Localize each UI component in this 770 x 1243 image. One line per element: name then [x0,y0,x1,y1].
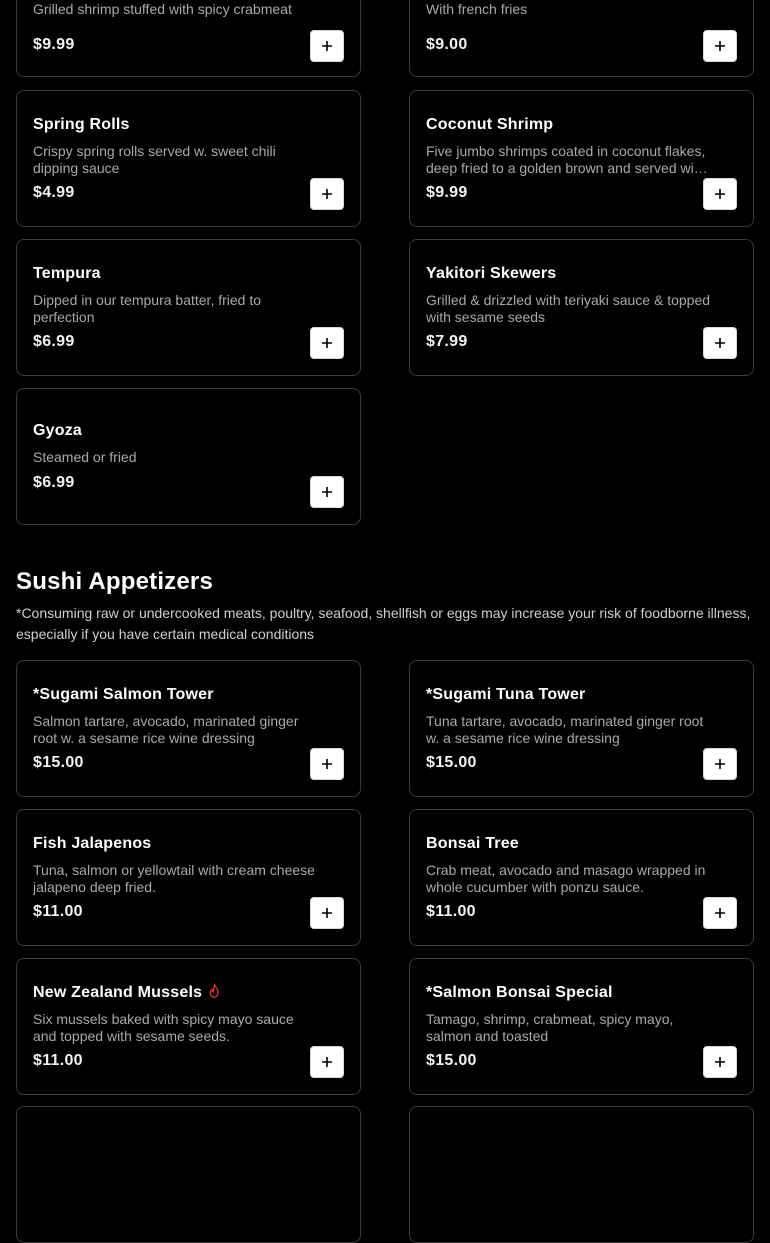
menu-item-card[interactable]: New Zealand Mussels Six mussels baked wi… [16,958,361,1095]
item-description: Six mussels baked with spicy mayo sauce … [33,1011,294,1044]
add-to-cart-button[interactable] [703,327,737,359]
add-to-cart-button[interactable] [703,1046,737,1078]
item-price: $7.99 [426,333,468,350]
plus-icon [322,41,332,51]
item-price: $6.99 [33,474,75,491]
menu-item-card[interactable]: *Salmon Bonsai Special Tamago, shrimp, c… [409,958,754,1095]
menu-item-card[interactable]: Tempura Dipped in our tempura batter, fr… [16,239,361,376]
menu-item-card[interactable]: *Sugami Tuna Tower Tuna tartare, avocado… [409,660,754,797]
item-description: Steamed or fried [33,449,137,465]
item-name: Tempura [33,265,101,282]
item-name: New Zealand Mussels [33,984,203,1001]
add-to-cart-button[interactable] [703,178,737,210]
menu-item-card[interactable] [409,1106,754,1243]
item-description: Crispy spring rolls served w. sweet chil… [33,143,276,176]
item-name: *Sugami Tuna Tower [426,686,586,703]
item-description: Crab meat, avocado and masago wrapped in… [426,862,706,895]
menu-item-card[interactable]: Spring Rolls Crispy spring rolls served … [16,90,361,227]
item-price: $9.00 [426,36,468,53]
menu-item-card[interactable]: Fish Jalapenos Tuna, salmon or yellowtai… [16,809,361,946]
add-to-cart-button[interactable] [310,897,344,929]
plus-icon [715,759,725,769]
item-name: Spring Rolls [33,116,130,133]
spicy-flame-icon [209,984,219,998]
item-name: Coconut Shrimp [426,116,554,133]
add-to-cart-button[interactable] [310,327,344,359]
plus-icon [715,338,725,348]
item-description: Salmon tartare, avocado, marinated ginge… [33,713,299,746]
item-description: Tuna, salmon or yellowtail with cream ch… [33,862,315,895]
item-name: *Salmon Bonsai Special [426,984,613,1001]
plus-icon [322,487,332,497]
item-name: Fish Jalapenos [33,835,152,852]
item-name: Bonsai Tree [426,835,519,852]
section-disclaimer: *Consuming raw or undercooked meats, pou… [16,605,751,642]
item-price: $9.99 [33,36,75,53]
plus-icon [715,1057,725,1067]
item-description: Five jumbo shrimps coated in coconut fla… [426,143,706,176]
menu-item-card[interactable]: *Sugami Salmon Tower Salmon tartare, avo… [16,660,361,797]
item-description: With french fries [426,1,528,17]
add-to-cart-button[interactable] [310,30,344,62]
plus-icon [715,189,725,199]
plus-icon [322,1057,332,1067]
item-description: Dipped in our tempura batter, fried to p… [33,292,262,325]
plus-icon [322,759,332,769]
add-to-cart-button[interactable] [703,897,737,929]
item-name: Yakitori Skewers [426,265,557,282]
plus-icon [322,338,332,348]
menu-item-card[interactable]: With french fries $9.00 [409,0,754,77]
add-to-cart-button[interactable] [310,476,344,508]
item-price: $15.00 [33,754,84,771]
add-to-cart-button[interactable] [310,178,344,210]
menu-item-card[interactable]: Coconut Shrimp Five jumbo shrimps coated… [409,90,754,227]
item-description: Grilled & drizzled with teriyaki sauce &… [426,292,711,325]
item-price: $4.99 [33,184,75,201]
plus-icon [322,908,332,918]
item-price: $11.00 [426,903,476,920]
section-title: Sushi Appetizers [16,568,214,595]
item-price: $15.00 [426,754,477,771]
menu-item-card[interactable]: Bonsai Tree Crab meat, avocado and masag… [409,809,754,946]
item-price: $11.00 [33,903,83,920]
item-name: *Sugami Salmon Tower [33,686,214,703]
item-name-row: New Zealand Mussels [33,984,221,1002]
menu-item-card[interactable]: Gyoza Steamed or fried $6.99 [16,388,361,525]
item-price: $15.00 [426,1052,477,1069]
item-name: Gyoza [33,422,83,439]
add-to-cart-button[interactable] [310,748,344,780]
menu-item-card[interactable]: Grilled shrimp stuffed with spicy crabme… [16,0,361,77]
add-to-cart-button[interactable] [310,1046,344,1078]
add-to-cart-button[interactable] [703,748,737,780]
item-description: Tamago, shrimp, crabmeat, spicy mayo, sa… [426,1011,674,1044]
menu-item-card[interactable] [16,1106,361,1243]
item-price: $11.00 [33,1052,83,1069]
item-price: $9.99 [426,184,468,201]
item-description: Grilled shrimp stuffed with spicy crabme… [33,1,292,17]
add-to-cart-button[interactable] [703,30,737,62]
plus-icon [715,908,725,918]
plus-icon [322,189,332,199]
menu-item-card[interactable]: Yakitori Skewers Grilled & drizzled with… [409,239,754,376]
plus-icon [715,41,725,51]
item-price: $6.99 [33,333,75,350]
item-description: Tuna tartare, avocado, marinated ginger … [426,713,704,746]
